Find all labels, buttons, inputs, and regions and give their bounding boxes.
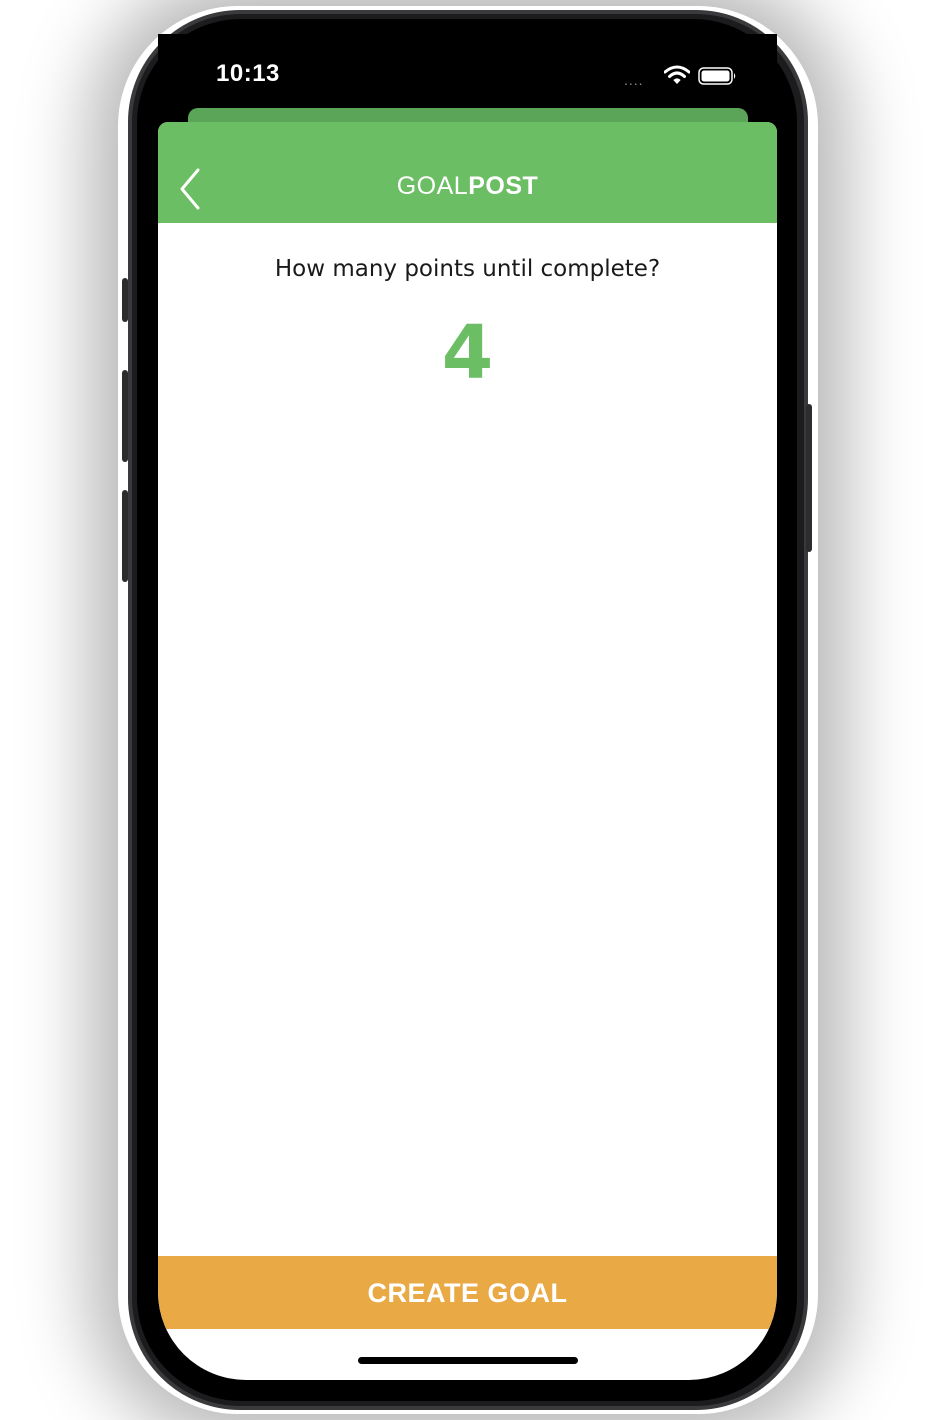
home-indicator bbox=[358, 1357, 578, 1364]
mute-switch bbox=[122, 278, 128, 322]
wifi-icon bbox=[663, 65, 691, 89]
stage: 10:13 .... GOALPOST How many points unti… bbox=[0, 0, 934, 1420]
status-time: 10:13 bbox=[216, 60, 280, 87]
status-bar: 10:13 .... bbox=[158, 34, 777, 114]
points-question: How many points until complete? bbox=[274, 256, 661, 282]
points-value[interactable]: 4 bbox=[158, 308, 777, 398]
create-goal-button[interactable]: CREATE GOAL bbox=[158, 1256, 777, 1329]
goal-card: GOALPOST How many points until complete?… bbox=[158, 122, 777, 1380]
battery-icon bbox=[698, 67, 738, 89]
app-title: GOALPOST bbox=[158, 172, 777, 201]
app-title-light: GOAL bbox=[396, 172, 469, 200]
signal-dots: .... bbox=[624, 72, 644, 88]
nav-bar: GOALPOST bbox=[158, 122, 777, 223]
volume-up-button bbox=[122, 370, 128, 462]
volume-down-button bbox=[122, 490, 128, 582]
power-button bbox=[806, 404, 812, 552]
screen: 10:13 .... GOALPOST How many points unti… bbox=[158, 34, 777, 1380]
app-title-bold: POST bbox=[468, 172, 539, 200]
